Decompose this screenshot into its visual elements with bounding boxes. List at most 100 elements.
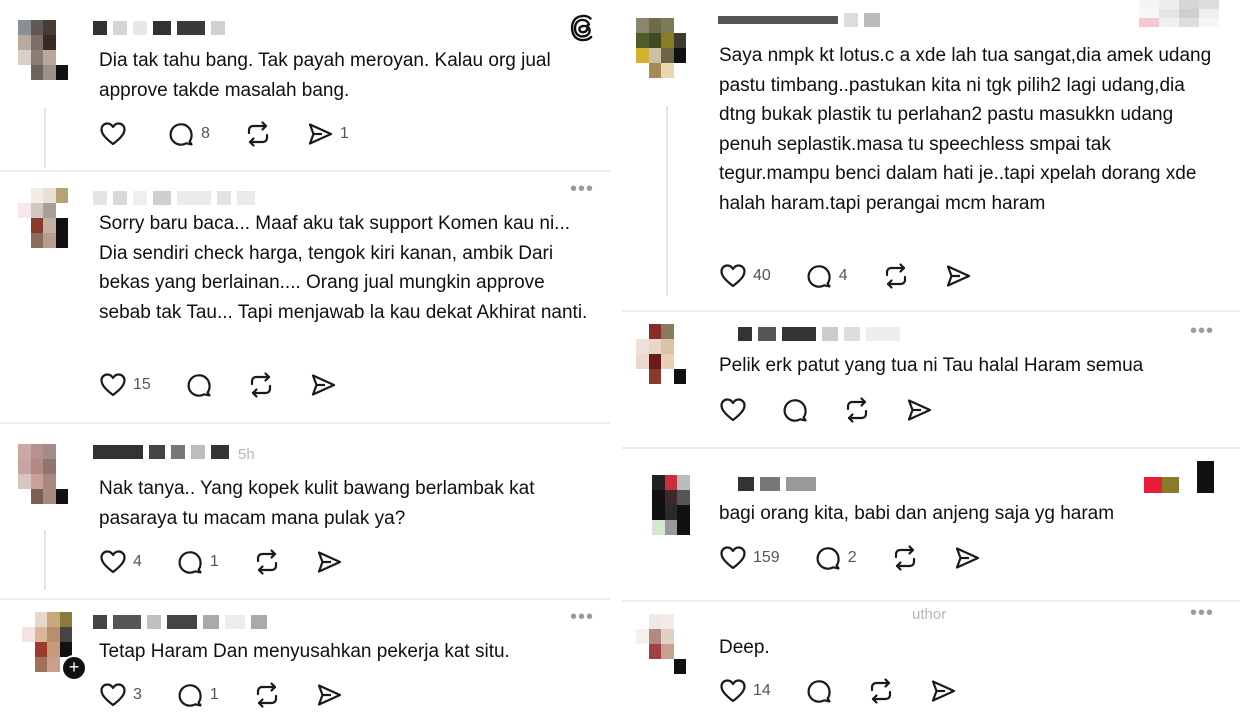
reply-button[interactable]: 1: [176, 548, 219, 576]
heart-icon: [99, 681, 127, 709]
repost-icon: [867, 677, 895, 705]
repost-button[interactable]: [244, 120, 272, 148]
username-redacted[interactable]: [718, 12, 880, 28]
share-icon: [315, 681, 343, 709]
more-options-button[interactable]: •••: [570, 606, 594, 629]
username-redacted[interactable]: [738, 476, 816, 492]
share-button[interactable]: 1: [306, 120, 349, 148]
reply-text: Deep.: [719, 637, 770, 658]
reply-post: uthor ••• Deep. 14: [622, 602, 1240, 723]
avatar[interactable]: [636, 324, 686, 384]
author-tag: uthor: [912, 606, 947, 623]
share-icon: [944, 262, 972, 290]
reply-post: ••• Sorry baru baca... Maaf aku tak supp…: [0, 172, 610, 422]
avatar[interactable]: [636, 18, 686, 78]
share-icon: [315, 548, 343, 576]
share-icon: [905, 396, 933, 424]
reply-post: + ••• Tetap Haram Dan menyusahkan pekerj…: [0, 600, 610, 723]
repost-button[interactable]: [867, 677, 895, 705]
reply-post: Dia tak tahu bang. Tak payah meroyan. Ka…: [0, 0, 610, 170]
action-bar: 40 4: [719, 261, 1006, 291]
reply-icon: [176, 681, 204, 709]
like-button[interactable]: 14: [719, 677, 771, 705]
heart-icon: [99, 120, 127, 148]
username-redacted[interactable]: [93, 20, 225, 36]
reply-button[interactable]: [781, 396, 809, 424]
share-icon: [306, 120, 334, 148]
more-options-button[interactable]: •••: [570, 178, 594, 201]
share-button[interactable]: [315, 681, 343, 709]
avatar[interactable]: [18, 20, 68, 80]
reply-text: Sorry baru baca... Maaf aku tak support …: [99, 213, 588, 323]
reply-text: Dia tak tahu bang. Tak payah meroyan. Ka…: [99, 50, 551, 101]
more-options-button[interactable]: •••: [1190, 320, 1214, 343]
repost-icon: [244, 120, 272, 148]
reply-post: 5h Nak tanya.. Yang kopek kulit bawang b…: [0, 424, 610, 598]
share-button[interactable]: [309, 371, 337, 399]
heart-icon: [99, 371, 127, 399]
reply-text: Pelik erk patut yang tua ni Tau halal Ha…: [719, 355, 1144, 376]
heart-icon: [99, 548, 127, 576]
avatar[interactable]: [652, 475, 702, 535]
repost-button[interactable]: [843, 396, 871, 424]
share-icon: [953, 544, 981, 572]
action-bar: 15: [99, 370, 371, 400]
username-redacted[interactable]: [93, 190, 255, 206]
repost-button[interactable]: [891, 544, 919, 572]
like-button[interactable]: [719, 396, 747, 424]
username-redacted[interactable]: [93, 614, 267, 630]
share-button[interactable]: [929, 677, 957, 705]
heart-icon: [719, 396, 747, 424]
reply-button[interactable]: 8: [167, 120, 210, 148]
reply-button[interactable]: 1: [176, 681, 219, 709]
quoted-avatar: [1139, 0, 1219, 36]
repost-button[interactable]: [247, 371, 275, 399]
thread-line: [44, 108, 46, 168]
repost-button[interactable]: [253, 681, 281, 709]
reply-button[interactable]: 4: [805, 262, 848, 290]
repost-icon: [891, 544, 919, 572]
repost-icon: [253, 681, 281, 709]
avatar[interactable]: [18, 444, 68, 504]
heart-icon: [719, 544, 747, 572]
reply-post: ••• Pelik erk patut yang tua ni Tau hala…: [622, 312, 1240, 447]
like-button[interactable]: 15: [99, 371, 151, 399]
avatar[interactable]: [636, 614, 686, 674]
repost-button[interactable]: [882, 262, 910, 290]
repost-button[interactable]: [253, 548, 281, 576]
action-bar: [719, 395, 967, 425]
reply-text: bagi orang kita, babi dan anjeng saja yg…: [719, 503, 1115, 524]
like-button[interactable]: 4: [99, 548, 142, 576]
reply-post: Saya nmpk kt lotus.c a xde lah tua sanga…: [622, 0, 1240, 310]
reply-button[interactable]: [185, 371, 213, 399]
reply-text: Tetap Haram Dan menyusahkan pekerja kat …: [99, 641, 510, 662]
timestamp: 5h: [238, 446, 255, 463]
action-bar: 4 1: [99, 547, 377, 577]
avatar[interactable]: [18, 188, 68, 248]
reply-post: bagi orang kita, babi dan anjeng saja yg…: [622, 449, 1240, 600]
thread-line: [44, 530, 46, 590]
more-options-button[interactable]: •••: [1190, 602, 1214, 625]
share-button[interactable]: [953, 544, 981, 572]
share-button[interactable]: [944, 262, 972, 290]
like-button[interactable]: 159: [719, 544, 780, 572]
share-button[interactable]: [315, 548, 343, 576]
reply-icon: [176, 548, 204, 576]
reply-icon: [185, 371, 213, 399]
like-button[interactable]: 3: [99, 681, 142, 709]
share-button[interactable]: [905, 396, 933, 424]
action-bar: 3 1: [99, 680, 377, 710]
like-button[interactable]: 40: [719, 262, 771, 290]
reply-text: Nak tanya.. Yang kopek kulit bawang berl…: [99, 478, 535, 529]
reply-icon: [167, 120, 195, 148]
like-button[interactable]: [99, 120, 133, 148]
username-redacted[interactable]: [738, 326, 900, 342]
reply-button[interactable]: 2: [814, 544, 857, 572]
reply-button[interactable]: [805, 677, 833, 705]
repost-icon: [247, 371, 275, 399]
follow-plus-badge[interactable]: +: [61, 655, 87, 681]
action-bar: 14: [719, 676, 991, 706]
repost-icon: [253, 548, 281, 576]
share-icon: [309, 371, 337, 399]
username-redacted[interactable]: [93, 444, 229, 460]
